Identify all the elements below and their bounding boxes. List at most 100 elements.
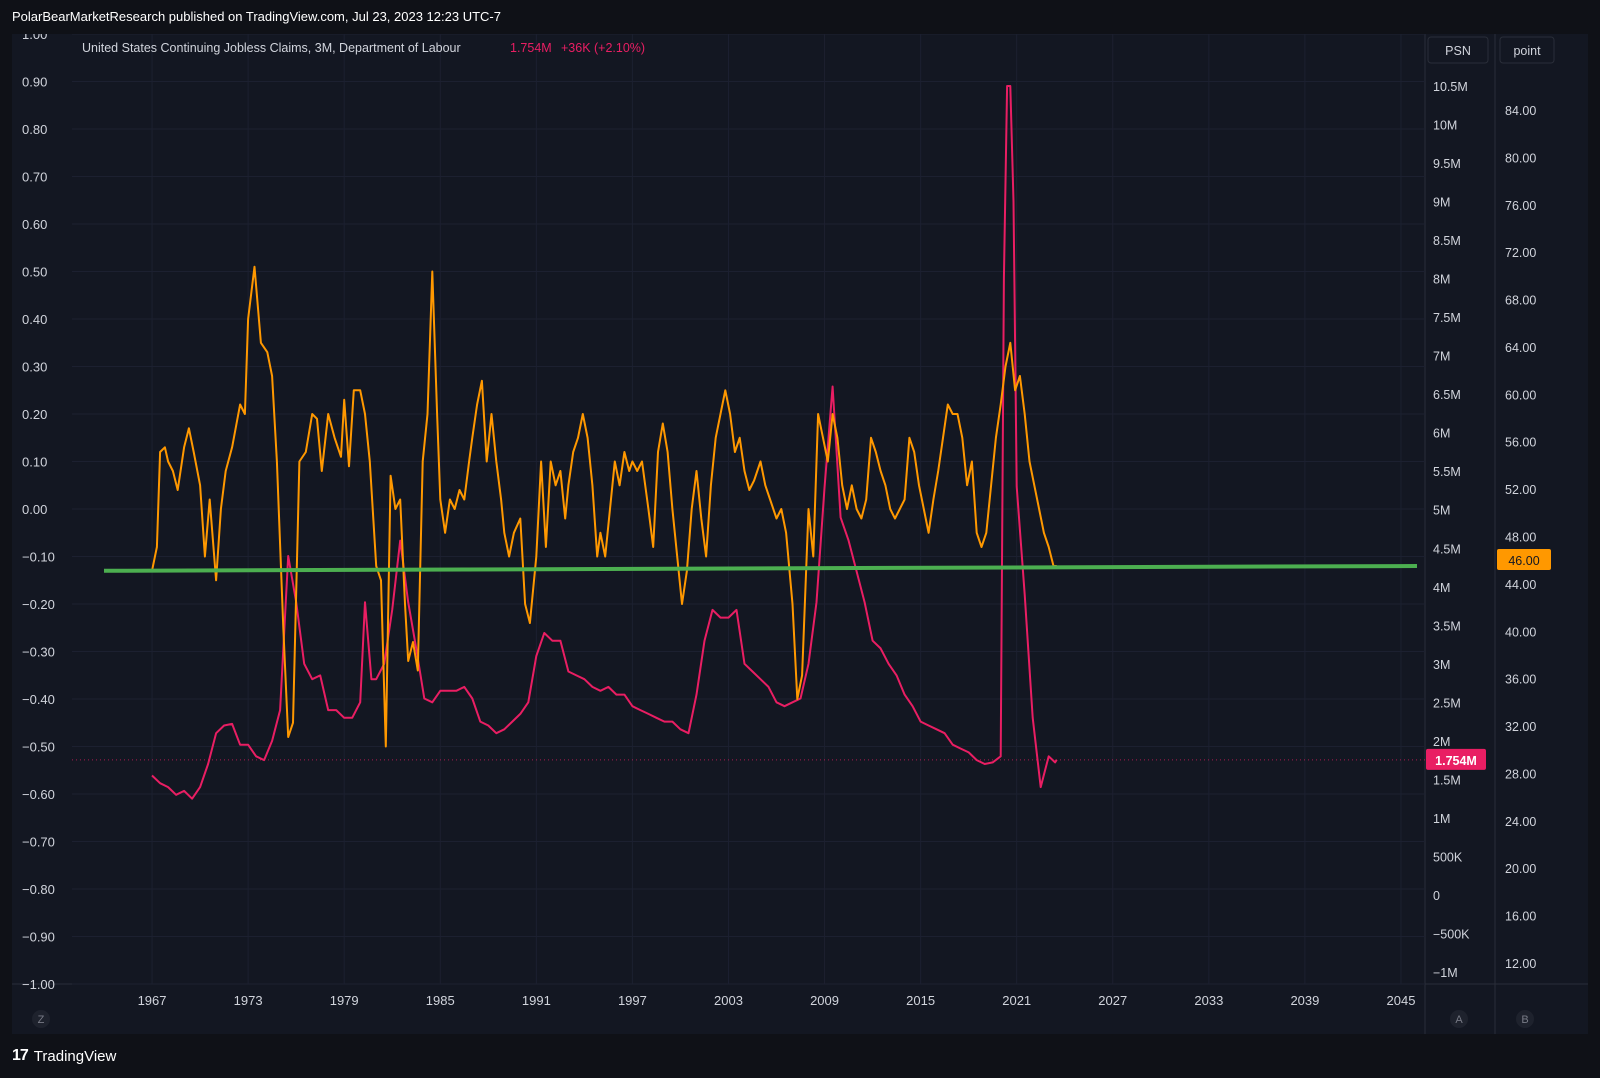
left-tick-label: 0.80 bbox=[22, 122, 47, 137]
left-tick-label: −0.50 bbox=[22, 740, 55, 755]
mid-tick-label: 5.5M bbox=[1433, 465, 1461, 479]
mid-tick-label: 2M bbox=[1433, 735, 1450, 749]
right-tick-label: 72.00 bbox=[1505, 246, 1536, 260]
left-tick-label: −0.30 bbox=[22, 645, 55, 660]
left-tick-label: 0.30 bbox=[22, 360, 47, 375]
tradingview-logo[interactable]: 17 TradingView bbox=[12, 1047, 116, 1065]
right-tick-label: 84.00 bbox=[1505, 104, 1536, 118]
left-tick-label: −0.60 bbox=[22, 787, 55, 802]
chart-panel[interactable]: 1.00 0.90 0.80 0.70 0.60 0.50 0.40 0.30 0.20 0.10… bbox=[12, 34, 1588, 1034]
tradingview-logo-icon: 17 bbox=[12, 1047, 29, 1064]
x-tick-label: 2033 bbox=[1194, 993, 1223, 1008]
point-button-label: point bbox=[1513, 44, 1541, 58]
mid-tick-label: 0 bbox=[1433, 889, 1440, 903]
left-axis: 1.00 0.90 0.80 0.70 0.60 0.50 0.40 0.30 0.20 0.10… bbox=[22, 34, 55, 992]
right-tick-label: 48.00 bbox=[1505, 531, 1536, 545]
mid-tick-label: 500K bbox=[1433, 850, 1463, 864]
right-tick-label: 40.00 bbox=[1505, 625, 1536, 639]
left-tick-label: 0.10 bbox=[22, 455, 47, 470]
left-tick-label: 0.70 bbox=[22, 170, 47, 185]
mid-tick-label: −500K bbox=[1433, 927, 1470, 941]
right-tick-label: 12.00 bbox=[1505, 957, 1536, 971]
left-tick-label: −0.10 bbox=[22, 550, 55, 565]
right-tick-label: 60.00 bbox=[1505, 388, 1536, 402]
right-tick-label: 52.00 bbox=[1505, 483, 1536, 497]
legend-title: United States Continuing Jobless Claims,… bbox=[82, 41, 461, 55]
x-tick-label: 1991 bbox=[522, 993, 551, 1008]
chart-svg[interactable]: 1.00 0.90 0.80 0.70 0.60 0.50 0.40 0.30 0.20 0.10… bbox=[12, 34, 1588, 1034]
mid-tick-label: 10.5M bbox=[1433, 80, 1468, 94]
z-button-label: Z bbox=[38, 1014, 45, 1026]
left-tick-label: 1.00 bbox=[22, 34, 47, 42]
x-tick-label: 2015 bbox=[906, 993, 935, 1008]
mid-tick-label: 4.5M bbox=[1433, 542, 1461, 556]
right-tick-label: 68.00 bbox=[1505, 294, 1536, 308]
mid-tick-label: 8.5M bbox=[1433, 234, 1461, 248]
right-tick-label: 64.00 bbox=[1505, 341, 1536, 355]
psn-button-label: PSN bbox=[1445, 44, 1471, 58]
mid-tick-label: 3.5M bbox=[1433, 619, 1461, 633]
x-tick-label: 1985 bbox=[426, 993, 455, 1008]
left-tick-label: −0.70 bbox=[22, 835, 55, 850]
x-tick-label: 1997 bbox=[618, 993, 647, 1008]
mid-tick-label: 1.5M bbox=[1433, 773, 1461, 787]
x-tick-label: 2045 bbox=[1387, 993, 1416, 1008]
publish-info: PolarBearMarketResearch published on Tra… bbox=[12, 9, 501, 24]
left-tick-label: 0.50 bbox=[22, 265, 47, 280]
mid-tick-label: 10M bbox=[1433, 119, 1457, 133]
b-button-label: B bbox=[1521, 1014, 1528, 1026]
right-axis: 84.00 80.00 76.00 72.00 68.00 64.00 60.00 56.00… bbox=[1505, 104, 1536, 971]
right-tick-label: 28.00 bbox=[1505, 767, 1536, 781]
a-button-label: A bbox=[1455, 1014, 1463, 1026]
mid-tick-label: 9.5M bbox=[1433, 157, 1461, 171]
right-tick-label: 56.00 bbox=[1505, 436, 1536, 450]
pink-price-label: 1.754M bbox=[1435, 754, 1477, 768]
left-tick-label: 0.40 bbox=[22, 312, 47, 327]
footer: 17 TradingView bbox=[0, 1036, 1600, 1078]
right-tick-label: 76.00 bbox=[1505, 199, 1536, 213]
x-tick-label: 2009 bbox=[810, 993, 839, 1008]
mid-tick-label: 9M bbox=[1433, 196, 1450, 210]
left-tick-label: −0.90 bbox=[22, 930, 55, 945]
legend-change: +36K (+2.10%) bbox=[561, 41, 645, 55]
left-tick-label: 0.00 bbox=[22, 502, 47, 517]
mid-tick-label: 5M bbox=[1433, 504, 1450, 518]
x-tick-label: 1967 bbox=[138, 993, 167, 1008]
right-tick-label: 32.00 bbox=[1505, 720, 1536, 734]
right-tick-label: 44.00 bbox=[1505, 578, 1536, 592]
x-tick-label: 2027 bbox=[1098, 993, 1127, 1008]
right-tick-label: 16.00 bbox=[1505, 910, 1536, 924]
left-tick-label: −0.20 bbox=[22, 597, 55, 612]
mid-tick-label: 2.5M bbox=[1433, 696, 1461, 710]
left-tick-label: −1.00 bbox=[22, 977, 55, 992]
left-tick-label: −0.40 bbox=[22, 692, 55, 707]
mid-tick-label: 6M bbox=[1433, 427, 1450, 441]
x-tick-label: 2003 bbox=[714, 993, 743, 1008]
left-tick-label: 0.90 bbox=[22, 75, 47, 90]
publish-header: PolarBearMarketResearch published on Tra… bbox=[0, 0, 1600, 34]
series-group bbox=[72, 85, 1425, 800]
right-tick-label: 24.00 bbox=[1505, 815, 1536, 829]
mid-tick-label: 8M bbox=[1433, 273, 1450, 287]
left-tick-label: −0.80 bbox=[22, 882, 55, 897]
mid-tick-label: 7.5M bbox=[1433, 311, 1461, 325]
left-tick-label: 0.60 bbox=[22, 217, 47, 232]
mid-axis: 10.5M 10M 9.5M 9M 8.5M 8M 7.5M 7M 6.5M 6M 5.5M 5M 4.… bbox=[1433, 80, 1470, 980]
x-tick-label: 1973 bbox=[234, 993, 263, 1008]
left-tick-label: 0.20 bbox=[22, 407, 47, 422]
right-tick-label: 20.00 bbox=[1505, 862, 1536, 876]
x-tick-label: 1979 bbox=[330, 993, 359, 1008]
right-tick-label: 80.00 bbox=[1505, 151, 1536, 165]
mid-tick-label: 4M bbox=[1433, 581, 1450, 595]
x-axis: 1967 1973 1979 1985 1991 1997 2003 2009 2015 2021… bbox=[138, 993, 1416, 1008]
legend-value: 1.754M bbox=[510, 41, 552, 55]
grid bbox=[12, 34, 1588, 1034]
series-green-baseline bbox=[103, 564, 1418, 573]
mid-tick-label: 3M bbox=[1433, 658, 1450, 672]
x-tick-label: 2039 bbox=[1290, 993, 1319, 1008]
mid-tick-label: 1M bbox=[1433, 812, 1450, 826]
mid-tick-label: 6.5M bbox=[1433, 388, 1461, 402]
tradingview-brand: TradingView bbox=[33, 1047, 117, 1065]
mid-tick-label: −1M bbox=[1433, 966, 1458, 980]
x-tick-label: 2021 bbox=[1002, 993, 1031, 1008]
